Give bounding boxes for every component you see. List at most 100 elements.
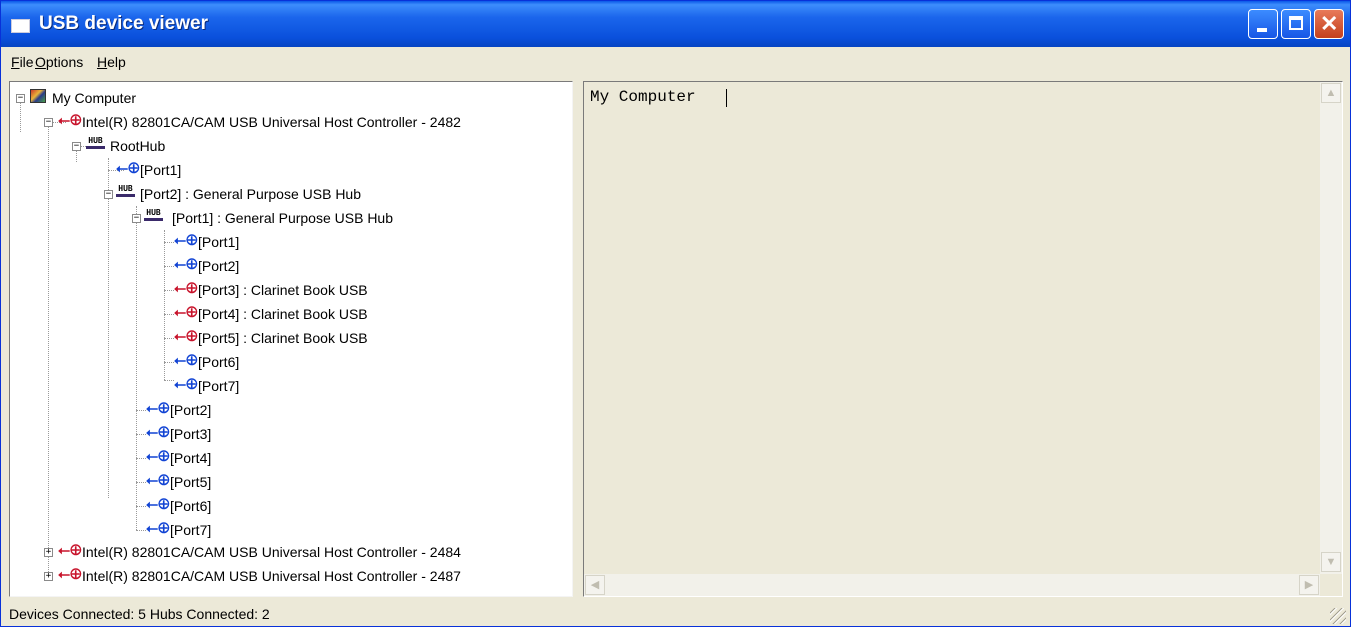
- usb-controller-icon: ⭠⊕: [58, 566, 82, 583]
- hub-bar: [144, 218, 163, 221]
- collapse-icon[interactable]: −: [104, 190, 113, 199]
- detail-text-area[interactable]: My Computer ▲ ▼ ◀ ▶: [583, 81, 1343, 597]
- status-bar: Devices Connected: 5 Hubs Connected: 2: [1, 602, 1350, 626]
- usb-port-icon: ⭠⊕: [146, 448, 170, 465]
- tree-node-label: My Computer: [52, 90, 137, 106]
- tree-node-label: [Port3] : Clarinet Book USB: [198, 282, 368, 298]
- usb-port-icon: ⭠⊕: [174, 376, 198, 393]
- usb-port-icon: ⭠⊕: [174, 232, 198, 249]
- hub-glyph: HUB: [146, 208, 161, 217]
- collapse-icon[interactable]: −: [72, 142, 81, 151]
- tree-connector: [164, 242, 174, 243]
- tree-connector: [20, 98, 21, 132]
- menu-file[interactable]: File: [11, 54, 34, 70]
- tree-connector: [136, 482, 146, 483]
- usb-port-icon: ⭠⊕: [174, 256, 198, 273]
- device-tree[interactable]: − − − − − + + My Computer ⭠⊕ Intel(R) 82…: [9, 81, 573, 597]
- collapse-icon[interactable]: −: [16, 94, 25, 103]
- usb-port-icon: ⭠⊕: [146, 496, 170, 513]
- hub-bar: [86, 146, 105, 149]
- tree-connector: [136, 410, 146, 411]
- tree-node-label: [Port2]: [170, 402, 212, 418]
- menu-help[interactable]: Help: [97, 54, 126, 70]
- maximize-button[interactable]: [1281, 9, 1311, 39]
- tree-node-label: [Port7]: [170, 522, 212, 538]
- hub-glyph: HUB: [118, 184, 133, 193]
- close-icon: ✕: [1320, 11, 1339, 36]
- usb-device-icon: ⭠⊕: [174, 280, 198, 297]
- vertical-scrollbar[interactable]: ▲ ▼: [1320, 82, 1342, 574]
- tree-node-label: [Port3]: [170, 426, 212, 442]
- collapse-icon[interactable]: −: [132, 214, 141, 223]
- usb-device-icon: ⭠⊕: [174, 328, 198, 345]
- tree-node-label: [Port2] : General Purpose USB Hub: [140, 186, 361, 202]
- status-text: Devices Connected: 5 Hubs Connected: 2: [9, 606, 270, 622]
- tree-node-label: [Port1] : General Purpose USB Hub: [172, 210, 393, 226]
- window-title: USB device viewer: [39, 13, 208, 34]
- close-button[interactable]: ✕: [1314, 9, 1344, 39]
- tree-connector: [48, 122, 49, 578]
- tree-node-label: [Port5] : Clarinet Book USB: [198, 330, 368, 346]
- hub-bar: [116, 194, 135, 197]
- app-icon: [11, 19, 30, 33]
- tree-connector: [136, 530, 146, 531]
- minimize-icon: [1257, 28, 1267, 32]
- usb-port-icon: ⭠⊕: [174, 352, 198, 369]
- usb-port-icon: ⭠⊕: [146, 400, 170, 417]
- resize-grip-icon[interactable]: [1330, 608, 1346, 624]
- tree-node-label: Intel(R) 82801CA/CAM USB Universal Host …: [82, 544, 461, 560]
- tree-node-label: [Port7]: [198, 378, 240, 394]
- detail-text: My Computer: [590, 88, 696, 106]
- computer-icon: [30, 89, 46, 103]
- tree-connector: [136, 458, 146, 459]
- text-caret: [726, 89, 727, 107]
- expand-icon[interactable]: +: [44, 548, 53, 557]
- tree-connector: [164, 290, 174, 291]
- tree-node-label: [Port1]: [140, 162, 182, 178]
- usb-hub-icon: HUB: [144, 209, 163, 225]
- usb-port-icon: ⭠⊕: [146, 520, 170, 537]
- tree-node-label: Intel(R) 82801CA/CAM USB Universal Host …: [82, 568, 461, 584]
- tree-node-label: [Port4]: [170, 450, 212, 466]
- scroll-right-icon[interactable]: ▶: [1299, 575, 1319, 595]
- scrollbar-corner: [1320, 574, 1342, 596]
- title-bar[interactable]: USB device viewer ✕: [1, 1, 1350, 47]
- tree-connector: [108, 158, 109, 498]
- tree-connector: [164, 380, 174, 381]
- hub-glyph: HUB: [88, 136, 103, 145]
- tree-connector: [164, 314, 174, 315]
- scroll-up-icon[interactable]: ▲: [1321, 83, 1341, 103]
- tree-connector: [136, 506, 146, 507]
- usb-controller-icon: ⭠⊕: [58, 112, 82, 129]
- usb-controller-icon: ⭠⊕: [58, 542, 82, 559]
- menu-bar: File Options Help: [1, 49, 1350, 75]
- usb-device-icon: ⭠⊕: [174, 304, 198, 321]
- tree-node-label: [Port4] : Clarinet Book USB: [198, 306, 368, 322]
- menu-options[interactable]: Options: [35, 54, 83, 70]
- tree-node-label: [Port6]: [198, 354, 240, 370]
- tree-connector: [164, 338, 174, 339]
- tree-connector: [164, 362, 174, 363]
- usb-port-icon: ⭠⊕: [146, 424, 170, 441]
- tree-node-label: [Port6]: [170, 498, 212, 514]
- app-window: USB device viewer ✕ File Options Help − …: [0, 0, 1351, 627]
- minimize-button[interactable]: [1248, 9, 1278, 39]
- tree-connector: [164, 266, 174, 267]
- expand-icon[interactable]: +: [44, 572, 53, 581]
- tree-connector: [136, 434, 146, 435]
- tree-node-label: [Port5]: [170, 474, 212, 490]
- tree-node-label: [Port2]: [198, 258, 240, 274]
- maximize-icon: [1289, 16, 1303, 30]
- scroll-left-icon[interactable]: ◀: [585, 575, 605, 595]
- usb-hub-icon: HUB: [116, 185, 135, 201]
- scroll-down-icon[interactable]: ▼: [1321, 552, 1341, 572]
- collapse-icon[interactable]: −: [44, 118, 53, 127]
- tree-node-label: [Port1]: [198, 234, 240, 250]
- usb-port-icon: ⭠⊕: [146, 472, 170, 489]
- pane-splitter[interactable]: [575, 81, 581, 597]
- horizontal-scrollbar[interactable]: ◀ ▶: [584, 574, 1320, 596]
- tree-node-label: Intel(R) 82801CA/CAM USB Universal Host …: [82, 114, 461, 130]
- usb-port-icon: ⭠⊕: [116, 160, 140, 177]
- tree-connector: [164, 230, 165, 380]
- tree-node-label: RootHub: [110, 138, 166, 154]
